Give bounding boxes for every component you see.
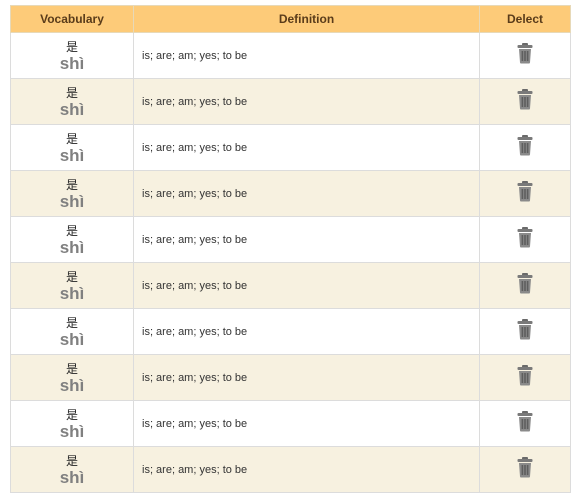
hanzi-text: 是 — [65, 85, 78, 100]
vocabulary-cell: 是 shì — [10, 170, 134, 217]
table-row: 是 shì is; are; am; yes; to be — [10, 78, 571, 125]
vocabulary-cell: 是 shì — [10, 308, 134, 355]
definition-cell: is; are; am; yes; to be — [133, 262, 480, 309]
pinyin-text: shì — [59, 191, 85, 211]
pinyin-text: shì — [59, 421, 85, 441]
trash-icon[interactable] — [515, 226, 535, 248]
vocabulary-cell: 是 shì — [10, 354, 134, 401]
pinyin-text: shì — [59, 283, 85, 303]
hanzi-text: 是 — [65, 177, 78, 192]
pinyin-text: shì — [59, 145, 85, 165]
column-header-definition[interactable]: Definition — [133, 5, 480, 33]
definition-cell: is; are; am; yes; to be — [133, 124, 480, 171]
table-row: 是 shì is; are; am; yes; to be — [10, 32, 571, 79]
delete-cell — [479, 216, 571, 263]
trash-icon[interactable] — [515, 180, 535, 202]
trash-icon[interactable] — [515, 42, 535, 64]
trash-icon[interactable] — [515, 364, 535, 386]
delete-cell — [479, 32, 571, 79]
vocabulary-cell: 是 shì — [10, 400, 134, 447]
delete-cell — [479, 308, 571, 355]
delete-cell — [479, 400, 571, 447]
hanzi-text: 是 — [65, 223, 78, 238]
hanzi-text: 是 — [65, 361, 78, 376]
trash-icon[interactable] — [515, 272, 535, 294]
vocabulary-cell: 是 shì — [10, 78, 134, 125]
definition-cell: is; are; am; yes; to be — [133, 78, 480, 125]
table-row: 是 shì is; are; am; yes; to be — [10, 216, 571, 263]
hanzi-text: 是 — [65, 407, 78, 422]
table-row: 是 shì is; are; am; yes; to be — [10, 354, 571, 401]
hanzi-text: 是 — [65, 131, 78, 146]
trash-icon[interactable] — [515, 88, 535, 110]
pinyin-text: shì — [59, 99, 85, 119]
definition-cell: is; are; am; yes; to be — [133, 400, 480, 447]
vocabulary-cell: 是 shì — [10, 216, 134, 263]
vocabulary-cell: 是 shì — [10, 262, 134, 309]
column-header-delete[interactable]: Delect — [479, 5, 571, 33]
vocabulary-cell: 是 shì — [10, 124, 134, 171]
delete-cell — [479, 354, 571, 401]
trash-icon[interactable] — [515, 456, 535, 478]
vocabulary-cell: 是 shì — [10, 32, 134, 79]
trash-icon[interactable] — [515, 134, 535, 156]
delete-cell — [479, 124, 571, 171]
definition-cell: is; are; am; yes; to be — [133, 32, 480, 79]
table-row: 是 shì is; are; am; yes; to be — [10, 400, 571, 447]
table-body: 是 shì is; are; am; yes; to be 是 shì is; … — [10, 32, 571, 493]
table-row: 是 shì is; are; am; yes; to be — [10, 124, 571, 171]
hanzi-text: 是 — [65, 453, 78, 468]
pinyin-text: shì — [59, 237, 85, 257]
pinyin-text: shì — [59, 329, 85, 349]
hanzi-text: 是 — [65, 315, 78, 330]
trash-icon[interactable] — [515, 318, 535, 340]
definition-cell: is; are; am; yes; to be — [133, 354, 480, 401]
column-header-vocabulary[interactable]: Vocabulary — [10, 5, 134, 33]
table-row: 是 shì is; are; am; yes; to be — [10, 170, 571, 217]
delete-cell — [479, 262, 571, 309]
vocabulary-table: Vocabulary Definition Delect 是 shì is; a… — [10, 5, 571, 493]
hanzi-text: 是 — [65, 39, 78, 54]
hanzi-text: 是 — [65, 269, 78, 284]
delete-cell — [479, 78, 571, 125]
pinyin-text: shì — [59, 467, 85, 487]
delete-cell — [479, 170, 571, 217]
definition-cell: is; are; am; yes; to be — [133, 216, 480, 263]
pinyin-text: shì — [59, 53, 85, 73]
table-row: 是 shì is; are; am; yes; to be — [10, 308, 571, 355]
table-row: 是 shì is; are; am; yes; to be — [10, 262, 571, 309]
table-header-row: Vocabulary Definition Delect — [10, 5, 571, 33]
pinyin-text: shì — [59, 375, 85, 395]
definition-cell: is; are; am; yes; to be — [133, 170, 480, 217]
definition-cell: is; are; am; yes; to be — [133, 308, 480, 355]
vocabulary-list: Vocabulary Definition Delect 是 shì is; a… — [10, 5, 571, 493]
trash-icon[interactable] — [515, 410, 535, 432]
